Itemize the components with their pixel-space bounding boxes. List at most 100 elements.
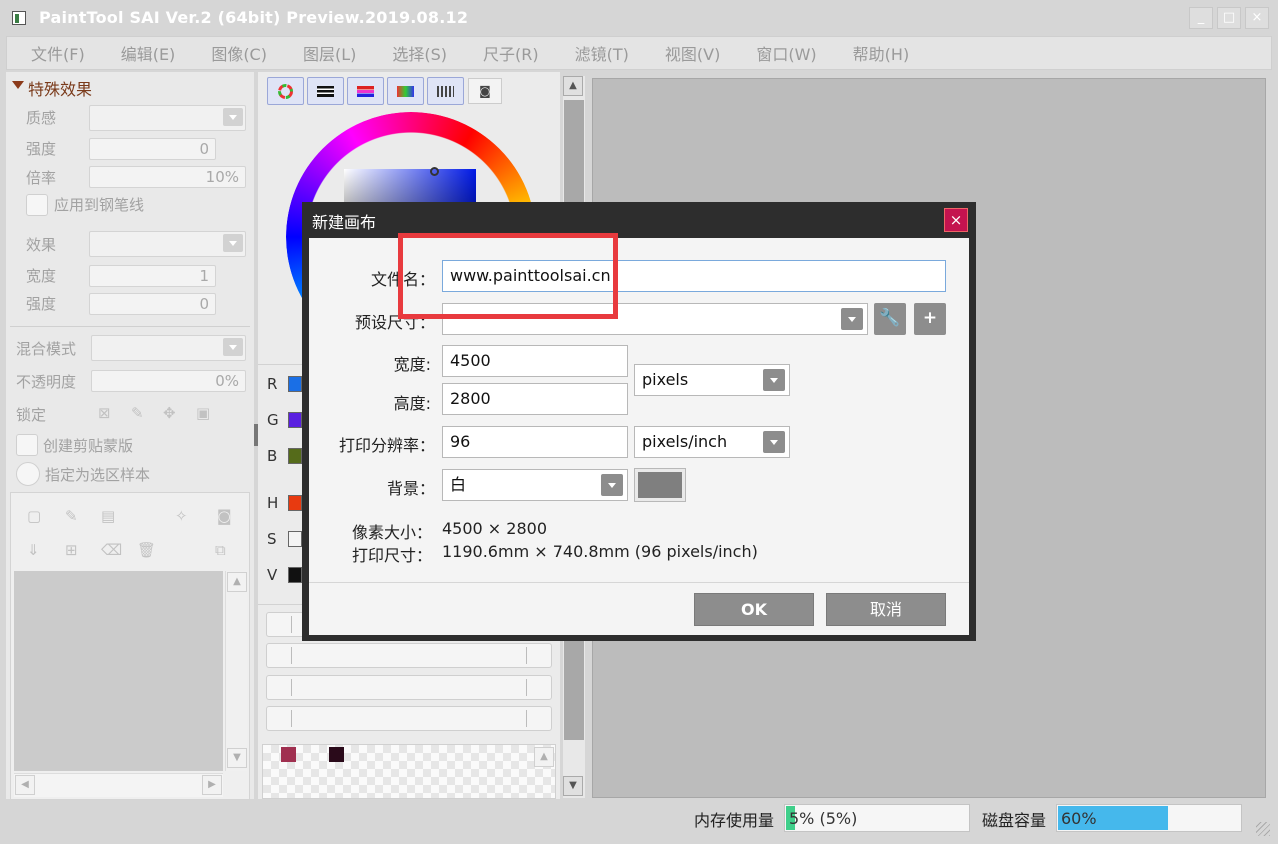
lock-label: 锁定: [16, 406, 47, 424]
resize-grip-icon[interactable]: [1256, 822, 1270, 836]
layer-list[interactable]: [14, 571, 223, 771]
channel-b-label: B: [267, 447, 278, 465]
channel-g-label: G: [267, 411, 279, 429]
merge-down-icon[interactable]: ⇓: [27, 541, 40, 559]
channel-v-swatch[interactable]: [288, 567, 302, 583]
channel-b-swatch[interactable]: [288, 448, 302, 464]
apply-pen-checkbox[interactable]: [26, 194, 48, 216]
duplicate-icon[interactable]: ⧉: [215, 541, 226, 559]
selection-sample-radio[interactable]: [16, 462, 40, 486]
lock-draw-icon[interactable]: ✎: [131, 404, 144, 422]
width-slider[interactable]: 1: [89, 265, 216, 287]
menu-file[interactable]: 文件(F): [31, 41, 85, 65]
tab-rgb-sliders[interactable]: [307, 77, 344, 105]
channel-h-swatch[interactable]: [288, 495, 302, 511]
color-picker-handle[interactable]: [430, 167, 439, 176]
tab-color-wheel[interactable]: [267, 77, 304, 105]
lock-transparency-icon[interactable]: ⊠: [98, 404, 111, 422]
brush-slider-4[interactable]: [266, 706, 552, 731]
layer-scrollbar[interactable]: ▲ ▼: [225, 571, 247, 771]
texture-dropdown[interactable]: [89, 105, 246, 131]
menu-ruler[interactable]: 尺子(R): [483, 41, 539, 65]
maximize-button[interactable]: □: [1217, 7, 1241, 29]
add-preset-button[interactable]: +: [914, 303, 946, 335]
layer-box: ▢ ✎ ▤ ✧ ◙ ⇓ ⊞ ⌫ 🗑 ⧉ ▲ ▼ ◀ ▶: [10, 492, 250, 800]
palette-swatch[interactable]: [281, 747, 296, 762]
strength2-input[interactable]: 0: [89, 293, 216, 315]
width-input[interactable]: 4500: [442, 345, 628, 377]
new-folder-icon[interactable]: ▤: [101, 507, 115, 525]
clear-layer-icon[interactable]: ⌫: [101, 541, 122, 559]
clip-mask-checkbox[interactable]: [16, 434, 38, 456]
close-button[interactable]: ×: [1245, 7, 1269, 29]
background-value: 白: [450, 475, 467, 494]
tab-swatches[interactable]: [427, 77, 464, 105]
lock-all-icon[interactable]: ▣: [196, 404, 210, 422]
menu-layer[interactable]: 图层(L): [303, 41, 356, 65]
dpi-input[interactable]: 96: [442, 426, 628, 458]
title-bar: PaintTool SAI Ver.2 (64bit) Preview.2019…: [0, 0, 1278, 36]
rgb-bars-icon: [317, 86, 334, 97]
minimize-button[interactable]: _: [1189, 7, 1213, 29]
menu-bar: 文件(F) 编辑(E) 图像(C) 图层(L) 选择(S) 尺子(R) 滤镜(T…: [6, 36, 1272, 70]
dialog-close-button[interactable]: ×: [944, 208, 968, 232]
scale-slider[interactable]: 10%: [89, 166, 246, 188]
window-title: PaintTool SAI Ver.2 (64bit) Preview.2019…: [39, 8, 469, 27]
effect-layer-icon[interactable]: ✧: [175, 507, 188, 525]
lock-move-icon[interactable]: ✥: [163, 404, 176, 422]
new-layer-icon[interactable]: ▢: [27, 507, 41, 525]
layer-h-scrollbar[interactable]: ◀ ▶: [14, 773, 223, 797]
effect-dropdown[interactable]: [89, 231, 246, 257]
clip-mask-label: 创建剪贴蒙版: [43, 437, 134, 455]
strength-input[interactable]: 0: [89, 138, 216, 160]
mask-icon[interactable]: ◙: [217, 507, 232, 525]
background-dropdown[interactable]: 白: [442, 469, 628, 501]
background-label: 背景：: [386, 479, 435, 498]
brush-slider-3[interactable]: [266, 675, 552, 700]
ok-button[interactable]: OK: [694, 593, 814, 626]
blend-mode-dropdown[interactable]: [91, 335, 246, 361]
palette-swatch[interactable]: [329, 747, 344, 762]
menu-help[interactable]: 帮助(H): [853, 41, 910, 65]
scroll-up-icon[interactable]: ▲: [534, 747, 554, 767]
swatch-palette[interactable]: ▲: [262, 744, 556, 799]
menu-window[interactable]: 窗口(W): [756, 41, 816, 65]
background-color-swatch[interactable]: [634, 468, 686, 502]
channel-r-swatch[interactable]: [288, 376, 302, 392]
add-layer-icon[interactable]: ⊞: [65, 541, 78, 559]
height-input[interactable]: 2800: [442, 383, 628, 415]
opacity-slider[interactable]: 0%: [91, 370, 246, 392]
menu-edit[interactable]: 编辑(E): [121, 41, 176, 65]
scroll-up-icon[interactable]: ▲: [227, 572, 247, 592]
trash-icon[interactable]: 🗑: [137, 541, 156, 559]
scroll-left-icon[interactable]: ◀: [15, 775, 35, 795]
scroll-down-icon[interactable]: ▼: [563, 776, 583, 796]
swatch-grid-icon: [437, 86, 454, 97]
preset-settings-button[interactable]: 🔧: [874, 303, 906, 335]
tab-hsv-sliders[interactable]: [347, 77, 384, 105]
scratchpad-icon: ◙: [479, 84, 491, 98]
channel-s-swatch[interactable]: [288, 531, 302, 547]
cancel-button[interactable]: 取消: [826, 593, 946, 626]
collapse-triangle-icon[interactable]: [12, 81, 24, 89]
channel-g-swatch[interactable]: [288, 412, 302, 428]
tab-scratchpad[interactable]: ◙: [468, 78, 502, 104]
menu-select[interactable]: 选择(S): [392, 41, 447, 65]
pixel-size-label: 像素大小：: [352, 523, 433, 542]
effects-panel: 特殊效果 质感 强度 0 倍率 10% 应用到钢笔线 效果 宽度 1 强度 0 …: [6, 72, 254, 800]
menu-image[interactable]: 图像(C): [211, 41, 267, 65]
size-unit-dropdown[interactable]: pixels: [634, 364, 790, 396]
chevron-down-icon: [763, 369, 785, 391]
plus-icon: +: [922, 308, 938, 328]
effect-label: 效果: [26, 236, 57, 254]
scroll-down-icon[interactable]: ▼: [227, 748, 247, 768]
brush-slider-2[interactable]: [266, 643, 552, 668]
scroll-right-icon[interactable]: ▶: [202, 775, 222, 795]
tab-mixer[interactable]: [387, 77, 424, 105]
menu-filter[interactable]: 滤镜(T): [575, 41, 629, 65]
width-label: 宽度: [26, 267, 57, 285]
new-pen-layer-icon[interactable]: ✎: [65, 507, 78, 525]
scroll-up-icon[interactable]: ▲: [563, 76, 583, 96]
menu-view[interactable]: 视图(V): [665, 41, 720, 65]
dpi-unit-dropdown[interactable]: pixels/inch: [634, 426, 790, 458]
